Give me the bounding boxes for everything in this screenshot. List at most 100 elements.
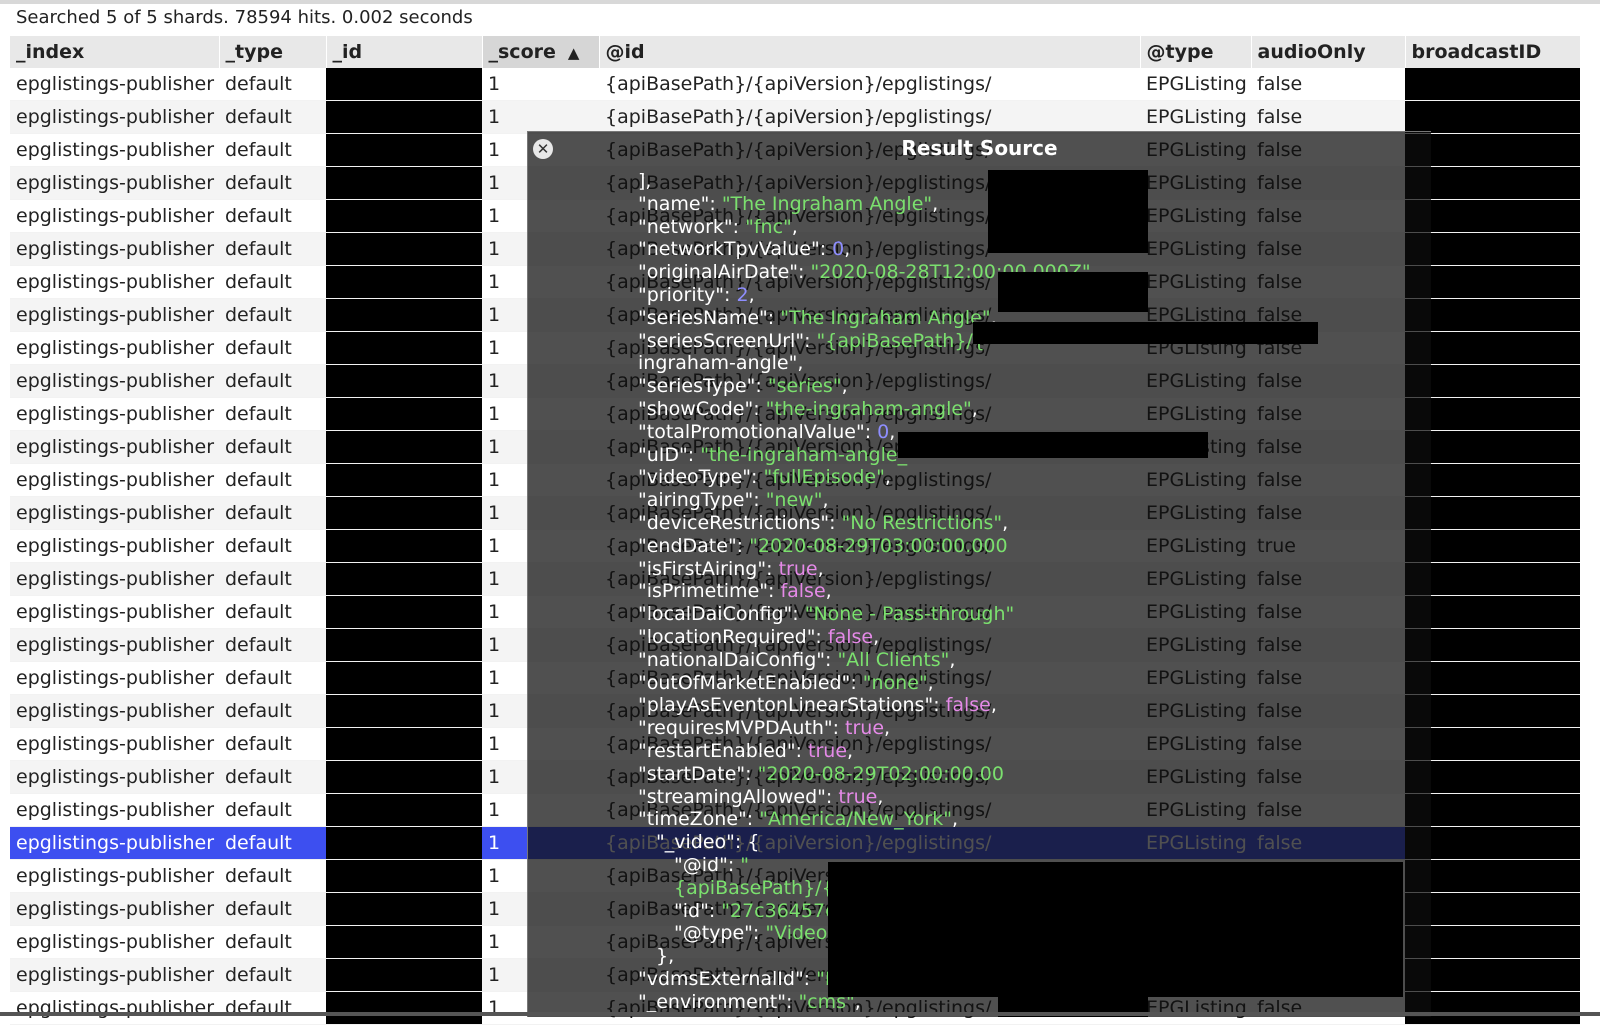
column-header-at-id[interactable]: @id xyxy=(599,36,1141,68)
cell-type: default xyxy=(219,958,326,992)
cell-broadcastid-redacted xyxy=(1405,133,1580,167)
cell-broadcastid-redacted xyxy=(1405,265,1580,299)
cell-broadcastid-redacted xyxy=(1405,661,1580,695)
cell-index: epglistings-publisher xyxy=(10,232,219,266)
cell-type: default xyxy=(219,925,326,959)
header-row: _index _type _id _score ▲ @id @type audio… xyxy=(10,36,1581,68)
json-line: "playAsEventonLinearStations": false, xyxy=(638,694,997,717)
close-icon[interactable]: ✕ xyxy=(533,139,553,159)
table-row[interactable]: epglistings-publisherdefault 1{apiBasePat… xyxy=(10,100,1580,134)
redaction-block xyxy=(898,432,1208,458)
cell-index: epglistings-publisher xyxy=(10,100,219,134)
cell-broadcastid-redacted xyxy=(1405,331,1580,365)
cell-type: default xyxy=(219,397,326,431)
cell-id-redacted xyxy=(326,430,482,464)
cell-index: epglistings-publisher xyxy=(10,166,219,200)
cell-id-redacted xyxy=(326,661,482,695)
column-header-broadcastid[interactable]: broadcastID xyxy=(1405,36,1581,68)
cell-type: default xyxy=(219,265,326,299)
cell-type: default xyxy=(219,232,326,266)
cell-type: default xyxy=(219,496,326,530)
cell-broadcastid-redacted xyxy=(1405,68,1580,101)
cell-type: default xyxy=(219,133,326,167)
json-line: ingraham-angle", xyxy=(638,352,804,375)
cell-index: epglistings-publisher xyxy=(10,68,219,101)
column-header-audioonly[interactable]: audioOnly xyxy=(1251,36,1406,68)
cell-broadcastid-redacted xyxy=(1405,166,1580,200)
json-line: "isPrimetime": false, xyxy=(638,580,832,603)
json-line: "outOfMarketEnabled": "none", xyxy=(638,671,934,694)
cell-id-redacted xyxy=(326,68,482,101)
cell-id-redacted xyxy=(326,265,482,299)
cell-broadcastid-redacted xyxy=(1405,694,1580,728)
cell-broadcastid-redacted xyxy=(1405,364,1580,398)
json-line: "seriesType": "series", xyxy=(638,375,848,398)
cell-broadcastid-redacted xyxy=(1405,100,1580,134)
cell-id-redacted xyxy=(326,760,482,794)
column-header-type[interactable]: _type xyxy=(219,36,327,68)
cell-index: epglistings-publisher xyxy=(10,562,219,596)
cell-type: default xyxy=(219,661,326,695)
cell-index: epglistings-publisher xyxy=(10,727,219,761)
json-line: "_video": { xyxy=(656,831,760,854)
json-line: "nationalDaiConfig": "All Clients", xyxy=(638,648,956,671)
redaction-block xyxy=(988,170,1148,253)
cell-type: default xyxy=(219,100,326,134)
json-line: "streamingAllowed": true, xyxy=(638,785,884,808)
cell-id-redacted xyxy=(326,100,482,134)
cell-broadcastid-redacted xyxy=(1405,958,1580,992)
cell-broadcastid-redacted xyxy=(1405,595,1580,629)
json-line: "localDaiConfig": "None - Pass-through" xyxy=(638,603,1015,626)
json-line: "isFirstAiring": true, xyxy=(638,557,824,580)
cell-id-redacted xyxy=(326,331,482,365)
cell-index: epglistings-publisher xyxy=(10,958,219,992)
cell-type: default xyxy=(219,529,326,563)
result-source-dialog: Result Source ✕ ], "name": "The Ingraham … xyxy=(527,131,1431,1017)
cell-index: epglistings-publisher xyxy=(10,826,219,860)
cell-id-redacted xyxy=(326,694,482,728)
json-line: "endDate": "2020-08-29T03:00:00.000 xyxy=(638,534,1008,557)
cell-audioonly: false xyxy=(1251,100,1405,134)
table-row[interactable]: epglistings-publisherdefault 1{apiBasePat… xyxy=(10,68,1580,101)
cell-at-id: {apiBasePath}/{apiVersion}/epglistings/ xyxy=(599,68,1140,101)
cell-id-redacted xyxy=(326,826,482,860)
cell-index: epglistings-publisher xyxy=(10,925,219,959)
json-line: "restartEnabled": true, xyxy=(638,739,854,762)
cell-id-redacted xyxy=(326,397,482,431)
json-line: "locationRequired": false, xyxy=(638,625,880,648)
cell-index: epglistings-publisher xyxy=(10,595,219,629)
sort-ascending-icon: ▲ xyxy=(567,44,580,62)
cell-id-redacted xyxy=(326,298,482,332)
cell-type: default xyxy=(219,694,326,728)
cell-type: default xyxy=(219,595,326,629)
column-header-score[interactable]: _score ▲ xyxy=(482,36,600,68)
cell-index: epglistings-publisher xyxy=(10,661,219,695)
cell-id-redacted xyxy=(326,364,482,398)
cell-index: epglistings-publisher xyxy=(10,364,219,398)
cell-index: epglistings-publisher xyxy=(10,496,219,530)
cell-broadcastid-redacted xyxy=(1405,298,1580,332)
redaction-block xyxy=(998,922,1148,1017)
cell-at-id: {apiBasePath}/{apiVersion}/epglistings/ xyxy=(599,100,1140,134)
json-line: "showCode": "the-ingraham-angle", xyxy=(638,397,978,420)
cell-broadcastid-redacted xyxy=(1405,529,1580,563)
column-header-at-type[interactable]: @type xyxy=(1140,36,1252,68)
cell-type: default xyxy=(219,68,326,101)
cell-type: default xyxy=(219,430,326,464)
cell-at-type: EPGListing xyxy=(1140,68,1251,101)
cell-type: default xyxy=(219,463,326,497)
cell-type: default xyxy=(219,727,326,761)
cell-at-type: EPGListing xyxy=(1140,100,1251,134)
cell-broadcastid-redacted xyxy=(1405,397,1580,431)
cell-id-redacted xyxy=(326,925,482,959)
cell-id-redacted xyxy=(326,529,482,563)
json-line: "airingType": "new", xyxy=(638,489,829,512)
cell-index: epglistings-publisher xyxy=(10,892,219,926)
column-header-index[interactable]: _index xyxy=(10,36,220,68)
cell-type: default xyxy=(219,166,326,200)
cell-index: epglistings-publisher xyxy=(10,265,219,299)
cell-type: default xyxy=(219,199,326,233)
cell-broadcastid-redacted xyxy=(1405,892,1580,926)
column-header-id[interactable]: _id xyxy=(326,36,483,68)
cell-type: default xyxy=(219,562,326,596)
